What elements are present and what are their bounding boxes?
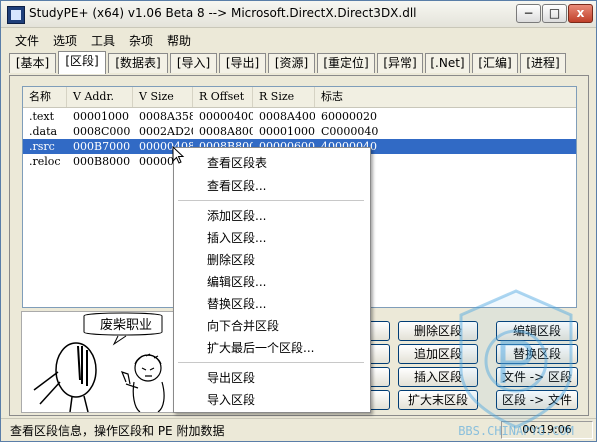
menu-separator	[178, 362, 364, 363]
tab-basic[interactable]: [基本]	[9, 53, 56, 73]
table-cell: .data	[29, 125, 58, 138]
tab-exports[interactable]: [导出]	[219, 53, 266, 73]
delete-section-button[interactable]: 删除区段	[398, 321, 478, 341]
menu-tools[interactable]: 工具	[91, 32, 115, 49]
table-cell: .reloc	[29, 155, 61, 168]
column-header[interactable]: 名称	[23, 87, 67, 107]
table-row[interactable]: .text 00001000 0008A358 00000400 0008A400 600…	[23, 109, 576, 124]
table-cell: .text	[29, 110, 55, 123]
maximize-button[interactable]: □	[542, 4, 567, 23]
ctx-delete-section[interactable]: 删除区段	[207, 251, 255, 268]
status-bar: 查看区段信息，操作区段和 PE 附加数据 00:19:06	[1, 418, 596, 441]
file-to-section-button[interactable]: 文件 -> 区段	[496, 367, 578, 387]
ctx-view-section-table[interactable]: 查看区段表	[207, 154, 267, 171]
table-cell: 0002AD20	[139, 125, 193, 138]
table-cell: 00001000	[73, 110, 129, 123]
tab-disasm[interactable]: [汇编]	[472, 53, 518, 73]
main-window: StudyPE+ (x64) v1.06 Beta 8 --> Microsof…	[0, 0, 597, 442]
section-to-file-button[interactable]: 区段 -> 文件	[496, 390, 578, 410]
tab-relocations[interactable]: [重定位]	[317, 53, 375, 73]
ctx-add-section[interactable]: 添加区段...	[207, 207, 266, 224]
tab-data-tables[interactable]: [数据表]	[108, 53, 168, 73]
table-cell: 0008A358	[139, 110, 193, 123]
close-button[interactable]: x	[568, 4, 593, 23]
table-cell: 60000020	[321, 110, 377, 123]
insert-section-button[interactable]: 插入区段	[398, 367, 478, 387]
column-header[interactable]: V Addr.	[67, 87, 133, 107]
app-icon	[7, 6, 25, 24]
ctx-insert-section[interactable]: 插入区段...	[207, 229, 266, 246]
ctx-export-section[interactable]: 导出区段	[207, 369, 255, 386]
column-header[interactable]: R Size	[253, 87, 315, 107]
menu-separator	[178, 200, 364, 201]
tab-sections[interactable]: [区段]	[58, 51, 106, 74]
tab-process[interactable]: [进程]	[520, 53, 566, 73]
menu-bar: 文件 选项 工具 杂项 帮助	[1, 28, 596, 50]
status-message: 查看区段信息，操作区段和 PE 附加数据	[10, 424, 225, 438]
ctx-replace-section[interactable]: 替换区段...	[207, 295, 266, 312]
table-cell: 0008C000	[73, 125, 131, 138]
menu-options[interactable]: 选项	[53, 32, 77, 49]
column-header[interactable]: 标志	[315, 87, 576, 107]
minimize-button[interactable]: −	[516, 4, 541, 23]
menu-misc[interactable]: 杂项	[129, 32, 153, 49]
table-cell: C0000040	[321, 125, 379, 138]
table-row[interactable]: .data 0008C000 0002AD20 0008A800 00001000 C00…	[23, 124, 576, 139]
table-cell: 000B8000	[73, 155, 131, 168]
tab-dotnet[interactable]: [.Net]	[425, 53, 470, 73]
menu-help[interactable]: 帮助	[167, 32, 191, 49]
ctx-edit-section[interactable]: 编辑区段...	[207, 273, 266, 290]
comic-image: 废柴职业	[21, 311, 195, 413]
table-cell: 00001000	[259, 125, 315, 138]
comic-drawing: 废柴职业	[22, 312, 194, 412]
tab-exceptions[interactable]: [异常]	[377, 53, 423, 73]
status-time: 00:19:06	[501, 421, 593, 439]
ctx-view-section[interactable]: 查看区段...	[207, 177, 266, 194]
comic-caption: 废柴职业	[100, 317, 152, 333]
expand-last-section-button[interactable]: 扩大末区段	[398, 390, 478, 410]
table-cell: .rsrc	[29, 140, 55, 153]
column-header[interactable]: V Size	[133, 87, 193, 107]
edit-section-button[interactable]: 编辑区段	[496, 321, 578, 341]
tab-strip: [基本] [区段] [数据表] [导入] [导出] [资源] [重定位] [异常…	[9, 51, 589, 75]
tab-resources[interactable]: [资源]	[268, 53, 315, 73]
replace-section-button[interactable]: 替换区段	[496, 344, 578, 364]
ctx-expand-last[interactable]: 扩大最后一个区段...	[207, 339, 314, 356]
table-cell: 0008A800	[199, 125, 253, 138]
column-header[interactable]: R Offset	[193, 87, 253, 107]
tab-imports[interactable]: [导入]	[170, 53, 217, 73]
table-cell: 000B7000	[73, 140, 131, 153]
table-cell: 00000400	[199, 110, 253, 123]
append-section-button[interactable]: 追加区段	[398, 344, 478, 364]
ctx-merge-down[interactable]: 向下合并区段	[207, 317, 279, 334]
table-cell: 0008A400	[259, 110, 315, 123]
menu-file[interactable]: 文件	[15, 32, 39, 49]
ctx-import-section[interactable]: 导入区段	[207, 391, 255, 408]
title-bar[interactable]: StudyPE+ (x64) v1.06 Beta 8 --> Microsof…	[1, 1, 596, 28]
table-header: 名称 V Addr. V Size R Offset R Size 标志	[23, 87, 576, 108]
context-menu: 查看区段表 查看区段... 添加区段... 插入区段... 删除区段 编辑区段.…	[173, 147, 371, 413]
window-title: StudyPE+ (x64) v1.06 Beta 8 --> Microsof…	[29, 6, 417, 20]
mouse-cursor-icon	[172, 146, 185, 164]
